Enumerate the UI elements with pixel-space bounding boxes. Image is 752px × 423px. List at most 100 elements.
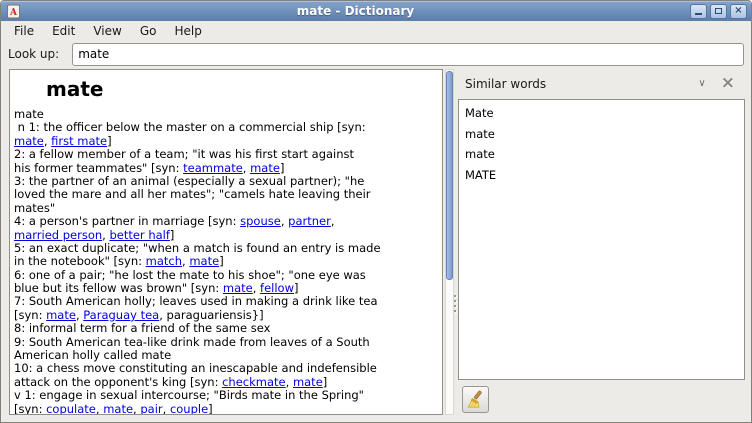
definition-segment: [syn:	[14, 309, 46, 322]
synonym-link[interactable]: teammate	[183, 162, 243, 175]
synonym-link[interactable]: fellow	[260, 282, 294, 295]
synonym-link[interactable]: checkmate	[222, 376, 286, 389]
definition-segment: 10: a chess move constituting an inescap…	[14, 362, 377, 375]
synonym-link[interactable]: mate	[223, 282, 253, 295]
definition-segment: ]	[323, 376, 328, 389]
definition-line: 4: a person's partner in marriage [syn: …	[14, 215, 440, 228]
scrollbar-thumb[interactable]	[446, 71, 453, 280]
definition-line: his former teammates" [syn: teammate, ma…	[14, 162, 440, 175]
definition-line: American holly called mate	[14, 349, 440, 362]
definition-line: 9: South American tea-like drink made fr…	[14, 336, 440, 349]
definition-line: 6: one of a pair; "he lost the mate to h…	[14, 269, 440, 282]
definition-segment: [syn:	[14, 403, 46, 415]
synonym-link[interactable]: copulate	[46, 403, 96, 415]
lookup-input[interactable]	[72, 43, 744, 66]
minimize-button[interactable]	[690, 4, 707, 19]
splitter-grip-dot	[454, 295, 456, 297]
definition-line: 8: informal term for a friend of the sam…	[14, 322, 440, 335]
main-content: mate mate n 1: the officer below the mas…	[1, 68, 752, 423]
synonym-link[interactable]: mate	[46, 309, 76, 322]
definition-line: loved the mare and all her mates"; "came…	[14, 188, 440, 201]
synonym-link[interactable]: mate	[293, 376, 323, 389]
synonym-link[interactable]: mate	[250, 162, 280, 175]
svg-text:A: A	[9, 8, 18, 18]
definition-segment: ]	[280, 162, 285, 175]
splitter-grip-dot	[454, 300, 456, 302]
definition-segment: v 1: engage in sexual intercourse; "Bird…	[14, 389, 364, 402]
close-icon: ×	[734, 6, 742, 16]
menu-go[interactable]: Go	[131, 22, 166, 40]
menu-edit[interactable]: Edit	[43, 22, 84, 40]
splitter-grip-dot	[454, 305, 456, 307]
definition-line: [syn: copulate, mate, pair, couple]	[14, 403, 440, 415]
synonym-link[interactable]: mate	[103, 403, 133, 415]
definition-segment: ]	[107, 135, 112, 148]
definition-segment: 7: South American holly; leaves used in …	[14, 295, 378, 308]
similar-word-item[interactable]: mate	[459, 144, 744, 165]
definition-segment: mates"	[14, 202, 55, 215]
synonym-link[interactable]: couple	[170, 403, 208, 415]
dictionary-window: A mate - Dictionary × FileEditViewGoHelp…	[0, 0, 752, 423]
synonym-link[interactable]: better half	[109, 229, 169, 242]
menu-view[interactable]: View	[84, 22, 130, 40]
definition-line: 5: an exact duplicate; "when a match is …	[14, 242, 440, 255]
similar-words-list: MatematemateMATE	[458, 99, 745, 380]
menu-bar: FileEditViewGoHelp	[1, 21, 751, 40]
similar-word-item[interactable]: mate	[459, 124, 744, 145]
definition-segment: ]	[219, 255, 224, 268]
definition-segment: mate	[14, 108, 44, 121]
synonym-link[interactable]: Paraguay tea	[83, 309, 159, 322]
definition-line: [syn: mate, Paraguay tea, paraguariensis…	[14, 309, 440, 322]
clear-button[interactable]	[462, 386, 489, 413]
close-button[interactable]: ×	[730, 4, 747, 19]
definition-text: mate n 1: the officer below the master o…	[14, 108, 440, 415]
sidebar-title: Similar words	[465, 77, 546, 91]
definition-segment: , paraguariensis}]	[159, 309, 263, 322]
definition-segment: 3: the partner of an animal (especially …	[14, 175, 364, 188]
synonym-link[interactable]: mate	[14, 135, 44, 148]
definition-panel: mate mate n 1: the officer below the mas…	[9, 69, 443, 415]
synonym-link[interactable]: match	[146, 255, 182, 268]
similar-word-item[interactable]: Mate	[459, 103, 744, 124]
dictionary-app-icon: A	[6, 4, 21, 19]
definition-line: v 1: engage in sexual intercourse; "Bird…	[14, 389, 440, 402]
definition-segment: in the notebook" [syn:	[14, 255, 146, 268]
definition-segment: attack on the opponent's king [syn:	[14, 376, 222, 389]
sidebar-close-icon[interactable]: ×	[721, 75, 735, 92]
sidebar-header: Similar words ∨ ×	[458, 68, 745, 99]
synonym-link[interactable]: mate	[189, 255, 219, 268]
definition-line: mate, first mate]	[14, 135, 440, 148]
synonym-link[interactable]: partner	[288, 215, 331, 228]
definition-line: 2: a fellow member of a team; "it was hi…	[14, 148, 440, 161]
window-title: mate - Dictionary	[21, 1, 690, 21]
synonym-link[interactable]: married person	[14, 229, 102, 242]
maximize-icon	[715, 8, 722, 14]
title-bar[interactable]: A mate - Dictionary ×	[1, 1, 751, 21]
definition-line: mates"	[14, 202, 440, 215]
definition-line: 3: the partner of an animal (especially …	[14, 175, 440, 188]
definition-line: married person, better half]	[14, 229, 440, 242]
definition-line: 7: South American holly; leaves used in …	[14, 295, 440, 308]
similar-word-item[interactable]: MATE	[459, 165, 744, 186]
synonym-link[interactable]: pair	[140, 403, 162, 415]
definition-line: blue but its fellow was brown" [syn: mat…	[14, 282, 440, 295]
menu-help[interactable]: Help	[165, 22, 210, 40]
menu-file[interactable]: File	[5, 22, 43, 40]
definition-segment: blue but its fellow was brown" [syn:	[14, 282, 223, 295]
maximize-button[interactable]	[710, 4, 727, 19]
definition-segment: 2: a fellow member of a team; "it was hi…	[14, 148, 354, 161]
lookup-row: Look up:	[1, 40, 751, 68]
lookup-label: Look up:	[8, 47, 59, 61]
definition-segment: 8: informal term for a friend of the sam…	[14, 322, 270, 335]
definition-segment: ,	[331, 215, 335, 228]
definition-line: attack on the opponent's king [syn: chec…	[14, 376, 440, 389]
minimize-icon	[695, 13, 702, 15]
definition-line: n 1: the officer below the master on a c…	[14, 121, 440, 134]
definition-segment: 5: an exact duplicate; "when a match is …	[14, 242, 381, 255]
definition-segment: 4: a person's partner in marriage [syn:	[14, 215, 240, 228]
synonym-link[interactable]: first mate	[51, 135, 107, 148]
chevron-down-icon[interactable]: ∨	[698, 79, 705, 89]
definition-segment: 9: South American tea-like drink made fr…	[14, 336, 370, 349]
synonym-link[interactable]: spouse	[240, 215, 281, 228]
definition-segment: ,	[253, 282, 260, 295]
